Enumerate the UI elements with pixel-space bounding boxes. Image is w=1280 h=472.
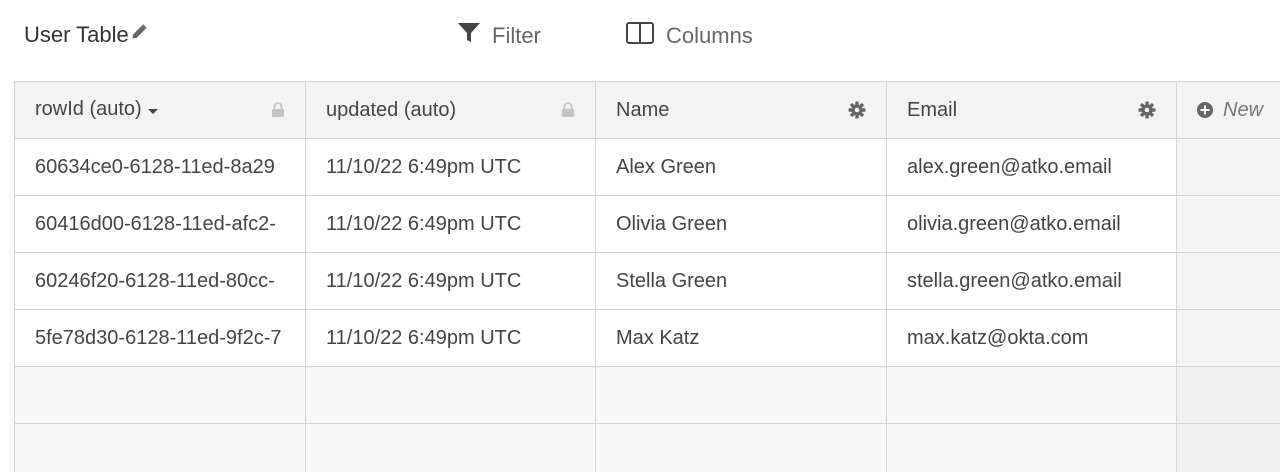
filter-label: Filter [492,23,541,48]
sort-desc-icon[interactable] [146,99,160,122]
cell-new [1176,138,1280,196]
user-table: rowId (auto) updated (auto) Name Email N… [14,81,1280,472]
cell-rowid[interactable]: 5fe78d30-6128-11ed-9f2c-7 [14,309,306,367]
toolbar: User Table Filter Columns [0,0,1280,72]
columns-button[interactable]: Columns [626,20,753,52]
table-title: User Table [24,22,147,48]
empty-row[interactable] [14,423,1280,472]
filter-icon [458,23,492,49]
gear-icon[interactable] [1138,101,1156,119]
column-header-label: updated (auto) [326,98,457,121]
cell-rowid[interactable]: 60246f20-6128-11ed-80cc- [14,252,306,310]
gear-icon[interactable] [848,101,866,119]
cell-name[interactable]: Stella Green [595,252,887,310]
cell-updated[interactable]: 11/10/22 6:49pm UTC [305,195,596,253]
cell-email[interactable]: olivia.green@atko.email [886,195,1177,253]
empty-cell[interactable] [14,366,306,424]
lock-icon [271,102,285,118]
empty-cell[interactable] [305,366,596,424]
cell-name[interactable]: Alex Green [595,138,887,196]
cell-email[interactable]: stella.green@atko.email [886,252,1177,310]
data-grid: rowId (auto) updated (auto) Name Email N… [14,81,1280,472]
empty-cell[interactable] [305,423,596,472]
filter-button[interactable]: Filter [458,20,541,52]
cell-updated[interactable]: 11/10/22 6:49pm UTC [305,252,596,310]
header-row: rowId (auto) updated (auto) Name Email N… [14,81,1280,139]
new-column-label: New [1223,98,1264,121]
cell-email[interactable]: alex.green@atko.email [886,138,1177,196]
empty-cell[interactable] [886,423,1177,472]
column-header-label: Name [616,98,670,121]
lock-icon [561,102,575,118]
column-header-label: Email [907,98,958,121]
table-row[interactable]: 5fe78d30-6128-11ed-9f2c-7 11/10/22 6:49p… [14,309,1280,367]
cell-new [1176,423,1280,472]
cell-new [1176,195,1280,253]
empty-cell[interactable] [886,366,1177,424]
pencil-icon[interactable] [131,20,147,46]
column-header-email[interactable]: Email [886,81,1177,139]
empty-row[interactable] [14,366,1280,424]
plus-circle-icon [1197,102,1223,118]
columns-icon [626,22,666,50]
cell-name[interactable]: Max Katz [595,309,887,367]
new-column-button[interactable]: New [1197,99,1280,122]
cell-updated[interactable]: 11/10/22 6:49pm UTC [305,138,596,196]
cell-email[interactable]: max.katz@okta.com [886,309,1177,367]
cell-new [1176,252,1280,310]
columns-label: Columns [666,23,753,48]
column-header-rowid[interactable]: rowId (auto) [14,81,306,139]
new-column-header[interactable]: New [1176,81,1280,139]
empty-cell[interactable] [14,423,306,472]
table-row[interactable]: 60634ce0-6128-11ed-8a29 11/10/22 6:49pm … [14,138,1280,196]
empty-cell[interactable] [595,366,887,424]
cell-new [1176,309,1280,367]
cell-rowid[interactable]: 60634ce0-6128-11ed-8a29 [14,138,306,196]
table-row[interactable]: 60416d00-6128-11ed-afc2- 11/10/22 6:49pm… [14,195,1280,253]
table-title-text: User Table [24,22,129,47]
cell-name[interactable]: Olivia Green [595,195,887,253]
table-row[interactable]: 60246f20-6128-11ed-80cc- 11/10/22 6:49pm… [14,252,1280,310]
column-header-name[interactable]: Name [595,81,887,139]
cell-new [1176,366,1280,424]
empty-cell[interactable] [595,423,887,472]
column-header-updated[interactable]: updated (auto) [305,81,596,139]
cell-rowid[interactable]: 60416d00-6128-11ed-afc2- [14,195,306,253]
cell-updated[interactable]: 11/10/22 6:49pm UTC [305,309,596,367]
column-header-label: rowId (auto) [35,98,142,121]
